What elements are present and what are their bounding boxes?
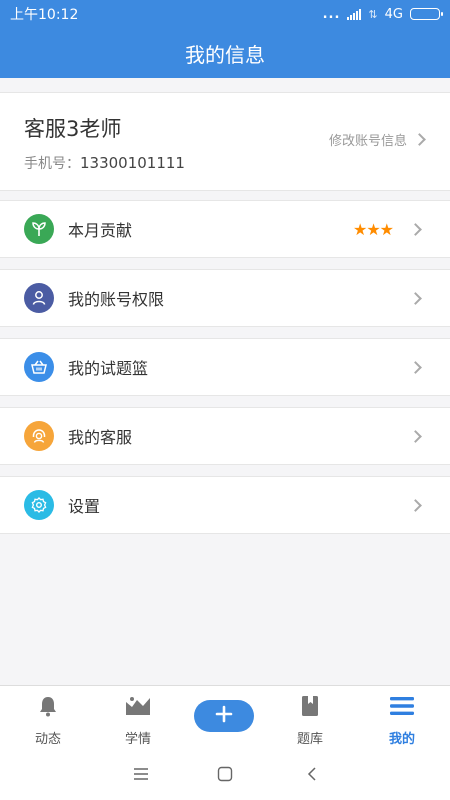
nav-label: 学情 xyxy=(124,732,151,747)
profile-name: 客服3老师 xyxy=(24,117,122,141)
bell-icon xyxy=(36,694,60,722)
menu-icon xyxy=(389,694,415,722)
nav-item-learning[interactable]: 学情 xyxy=(93,686,183,748)
status-time: 上午10:12 xyxy=(10,7,79,23)
edit-account-link[interactable]: 修改账号信息 xyxy=(328,130,426,149)
profile-card: 客服3老师 手机号：13300101111 修改账号信息 xyxy=(0,92,450,191)
user-icon xyxy=(24,283,54,313)
basket-icon xyxy=(24,352,54,382)
menu-item-label: 我的客服 xyxy=(68,428,133,447)
nav-label: 动态 xyxy=(34,732,61,747)
chart-icon xyxy=(125,694,151,722)
menu-lines-icon xyxy=(134,768,148,780)
back-button[interactable] xyxy=(301,763,323,785)
profile-phone: 手机号：13300101111 xyxy=(24,153,185,173)
square-icon xyxy=(217,766,233,782)
gear-icon xyxy=(24,490,54,520)
nav-item-me[interactable]: 我的 xyxy=(357,686,447,748)
phone-label: 手机号： xyxy=(24,156,80,172)
more-dots-icon: ... xyxy=(322,6,341,22)
network-type: 4G xyxy=(384,6,403,22)
menu-item-contribution[interactable]: 本月贡献 ★★★ xyxy=(0,200,450,258)
menu-item-settings[interactable]: 设置 xyxy=(0,476,450,534)
book-icon xyxy=(298,694,322,722)
chevron-right-icon xyxy=(409,360,422,374)
chevron-right-icon xyxy=(413,133,426,146)
status-indicators: ... ⇅ 4G xyxy=(322,6,443,22)
headset-icon xyxy=(24,421,54,451)
home-button[interactable] xyxy=(214,763,236,785)
data-arrows-icon: ⇅ xyxy=(368,7,378,21)
menu-item-account-permissions[interactable]: 我的账号权限 xyxy=(0,269,450,327)
menu-item-question-basket[interactable]: 我的试题篮 xyxy=(0,338,450,396)
menu-item-label: 我的试题篮 xyxy=(68,359,149,378)
system-nav-bar xyxy=(0,747,450,800)
nav-item-question-bank[interactable]: 题库 xyxy=(265,686,355,748)
bottom-nav: 动态 学情 题库 我的 xyxy=(0,685,450,747)
nav-label: 我的 xyxy=(388,732,415,747)
star-rating: ★★★ xyxy=(352,219,394,239)
signal-icon xyxy=(347,8,362,20)
chevron-left-icon xyxy=(307,767,316,781)
phone-value: 13300101111 xyxy=(80,154,185,172)
menu-item-label: 本月贡献 xyxy=(68,221,133,240)
menu-item-label: 我的账号权限 xyxy=(68,290,165,309)
header: 我的信息 xyxy=(0,28,450,78)
menu-item-label: 设置 xyxy=(68,497,101,516)
chevron-right-icon xyxy=(409,498,422,512)
nav-label: 题库 xyxy=(296,732,323,747)
status-bar: 上午10:12 ... ⇅ 4G xyxy=(0,0,450,28)
battery-icon xyxy=(410,8,443,20)
chevron-right-icon xyxy=(409,291,422,305)
add-button[interactable] xyxy=(194,700,254,732)
nav-item-activity[interactable]: 动态 xyxy=(3,686,93,748)
plus-icon xyxy=(215,705,233,727)
recent-apps-button[interactable] xyxy=(130,763,152,785)
sprout-icon xyxy=(24,214,54,244)
chevron-right-icon xyxy=(409,222,422,236)
edit-account-label: 修改账号信息 xyxy=(328,134,407,149)
chevron-right-icon xyxy=(409,429,422,443)
page-title: 我的信息 xyxy=(185,42,265,67)
menu-item-customer-service[interactable]: 我的客服 xyxy=(0,407,450,465)
